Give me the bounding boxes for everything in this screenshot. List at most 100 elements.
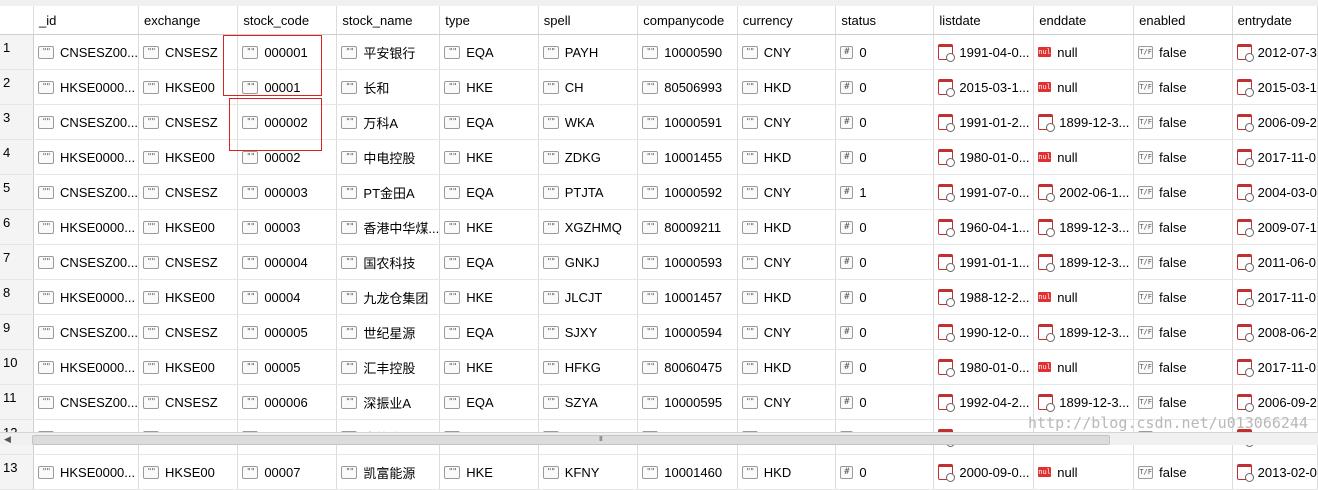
cell-entrydate[interactable]: 2004-03-0 <box>1232 174 1318 210</box>
cell-stock-name[interactable]: "" 九龙仓集团 <box>336 279 441 315</box>
cell-entrydate[interactable]: 2009-07-1 <box>1232 209 1318 245</box>
cell--id[interactable]: "" HKSE0000... <box>33 139 140 175</box>
cell-companycode[interactable]: "" 10001460 <box>637 454 738 490</box>
cell-enddate[interactable]: nullnull <box>1033 454 1135 490</box>
cell-currency[interactable]: "" CNY <box>737 34 837 70</box>
cell-exchange[interactable]: "" HKSE00 <box>138 139 239 175</box>
table-row[interactable]: 2 "" HKSE0000... "" HKSE00 "" 00001 "" 长和 "" HKE ""… <box>0 69 1318 105</box>
cell-listdate[interactable]: 1990-12-0... <box>933 314 1035 350</box>
cell-stock-code[interactable]: "" 000001 <box>237 34 338 70</box>
cell-currency[interactable]: "" HKD <box>737 69 837 105</box>
cell--id[interactable]: "" HKSE0000... <box>33 209 140 245</box>
cell-spell[interactable]: "" WKA <box>538 104 639 140</box>
cell-stock-code[interactable]: "" 000003 <box>237 174 338 210</box>
cell-currency[interactable]: "" CNY <box>737 314 837 350</box>
cell-currency[interactable]: "" CNY <box>737 384 837 420</box>
cell-stock-name[interactable]: "" 凯富能源 <box>336 454 441 490</box>
cell--id[interactable]: "" CNSESZ00... <box>33 384 140 420</box>
cell-stock-name[interactable]: "" 万科A <box>336 104 441 140</box>
cell-stock-name[interactable]: "" PT金田A <box>336 174 441 210</box>
cell--id[interactable]: "" CNSESZ00... <box>33 34 140 70</box>
cell-currency[interactable]: "" CNY <box>737 244 837 280</box>
column-header-spell[interactable]: spell <box>538 6 639 35</box>
cell-listdate[interactable]: 1991-04-0... <box>933 34 1035 70</box>
cell-listdate[interactable]: 1960-04-1... <box>933 209 1035 245</box>
cell-type[interactable]: "" HKE <box>439 209 539 245</box>
column-header-stock-code[interactable]: stock_code <box>237 6 338 35</box>
cell-currency[interactable]: "" HKD <box>737 209 837 245</box>
cell-currency[interactable]: "" HKD <box>737 279 837 315</box>
column-header-exchange[interactable]: exchange <box>138 6 239 35</box>
cell-exchange[interactable]: "" CNSESZ <box>138 104 239 140</box>
cell-spell[interactable]: "" XGZHMQ <box>538 209 639 245</box>
cell-listdate[interactable]: 1992-04-2... <box>933 384 1035 420</box>
cell-status[interactable]: #0 <box>835 349 935 385</box>
cell-exchange[interactable]: "" HKSE00 <box>138 209 239 245</box>
cell-spell[interactable]: "" CH <box>538 69 639 105</box>
cell-status[interactable]: #0 <box>835 454 935 490</box>
table-row[interactable]: 8 "" HKSE0000... "" HKSE00 "" 00004 "" 九龙仓集团 "" HK… <box>0 279 1318 315</box>
cell-stock-code[interactable]: "" 00003 <box>237 209 338 245</box>
table-row[interactable]: 13 "" HKSE0000... "" HKSE00 "" 00007 "" 凯富能源 "" HK… <box>0 454 1318 490</box>
cell-enabled[interactable]: T/F false <box>1133 454 1233 490</box>
cell-exchange[interactable]: "" HKSE00 <box>138 454 239 490</box>
cell-enddate[interactable]: nullnull <box>1033 139 1135 175</box>
cell-status[interactable]: #0 <box>835 139 935 175</box>
cell-companycode[interactable]: "" 10001455 <box>637 139 738 175</box>
cell-stock-name[interactable]: "" 国农科技 <box>336 244 441 280</box>
scroll-left-icon[interactable]: ◀ <box>4 434 11 445</box>
cell-entrydate[interactable]: 2012-07-3 <box>1232 34 1318 70</box>
cell-stock-code[interactable]: "" 00001 <box>237 69 338 105</box>
table-row[interactable]: 10 "" HKSE0000... "" HKSE00 "" 00005 "" 汇丰控股 "" HK… <box>0 349 1318 385</box>
cell-listdate[interactable]: 1991-07-0... <box>933 174 1035 210</box>
column-header--id[interactable]: _id <box>33 6 140 35</box>
cell-companycode[interactable]: "" 80060475 <box>637 349 738 385</box>
cell-enabled[interactable]: T/F false <box>1133 314 1233 350</box>
cell-companycode[interactable]: "" 10000591 <box>637 104 738 140</box>
column-header-currency[interactable]: currency <box>737 6 837 35</box>
table-row[interactable]: 1 "" CNSESZ00... "" CNSESZ "" 000001 "" 平安银行 "" EQ… <box>0 34 1318 70</box>
cell-type[interactable]: "" EQA <box>439 104 539 140</box>
cell-enddate[interactable]: 1899-12-3... <box>1033 104 1135 140</box>
cell--id[interactable]: "" HKSE0000... <box>33 69 140 105</box>
cell-enabled[interactable]: T/F false <box>1133 174 1233 210</box>
cell-currency[interactable]: "" HKD <box>737 139 837 175</box>
cell-stock-name[interactable]: "" 汇丰控股 <box>336 349 441 385</box>
cell-stock-name[interactable]: "" 香港中华煤... <box>336 209 441 245</box>
cell-exchange[interactable]: "" HKSE00 <box>138 349 239 385</box>
cell-currency[interactable]: "" CNY <box>737 104 837 140</box>
cell-companycode[interactable]: "" 80506993 <box>637 69 738 105</box>
cell-currency[interactable]: "" HKD <box>737 349 837 385</box>
column-header-status[interactable]: status <box>835 6 935 35</box>
cell-companycode[interactable]: "" 10000593 <box>637 244 738 280</box>
cell-status[interactable]: #1 <box>835 174 935 210</box>
column-header-enddate[interactable]: enddate <box>1033 6 1135 35</box>
column-header-enabled[interactable]: enabled <box>1133 6 1233 35</box>
cell-spell[interactable]: "" GNKJ <box>538 244 639 280</box>
cell-enabled[interactable]: T/F false <box>1133 139 1233 175</box>
cell-status[interactable]: #0 <box>835 209 935 245</box>
cell-stock-code[interactable]: "" 00004 <box>237 279 338 315</box>
cell-status[interactable]: #0 <box>835 279 935 315</box>
cell-listdate[interactable]: 1980-01-0... <box>933 139 1035 175</box>
cell-listdate[interactable]: 2015-03-1... <box>933 69 1035 105</box>
cell-companycode[interactable]: "" 10000594 <box>637 314 738 350</box>
cell-stock-name[interactable]: "" 世纪星源 <box>336 314 441 350</box>
cell-status[interactable]: #0 <box>835 244 935 280</box>
cell-listdate[interactable]: 1991-01-2... <box>933 104 1035 140</box>
cell-status[interactable]: #0 <box>835 69 935 105</box>
cell-enabled[interactable]: T/F false <box>1133 69 1233 105</box>
cell-spell[interactable]: "" KFNY <box>538 454 639 490</box>
cell-companycode[interactable]: "" 10000590 <box>637 34 738 70</box>
cell-companycode[interactable]: "" 10000592 <box>637 174 738 210</box>
column-header-companycode[interactable]: companycode <box>637 6 738 35</box>
cell-stock-name[interactable]: "" 深振业A <box>336 384 441 420</box>
table-row[interactable]: 6 "" HKSE0000... "" HKSE00 "" 00003 "" 香港中华煤... "… <box>0 209 1318 245</box>
cell-spell[interactable]: "" JLCJT <box>538 279 639 315</box>
cell-entrydate[interactable]: 2017-11-0 <box>1232 349 1318 385</box>
cell-type[interactable]: "" HKE <box>439 454 539 490</box>
table-row[interactable]: 9 "" CNSESZ00... "" CNSESZ "" 000005 "" 世纪星源 "" EQ… <box>0 314 1318 350</box>
cell-stock-code[interactable]: "" 000002 <box>237 104 338 140</box>
cell-listdate[interactable]: 1988-12-2... <box>933 279 1035 315</box>
cell-spell[interactable]: "" PTJTA <box>538 174 639 210</box>
